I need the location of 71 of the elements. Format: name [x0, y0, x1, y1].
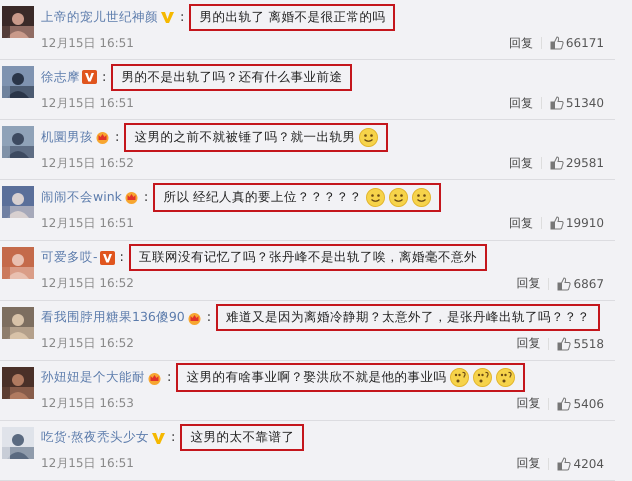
- like-count: 4204: [573, 456, 604, 471]
- timestamp: 12月15日 16:53: [41, 395, 134, 412]
- timestamp: 12月15日 16:51: [41, 455, 134, 472]
- reply-link[interactable]: 回复: [516, 275, 540, 292]
- colon: :: [170, 430, 176, 446]
- like-count: 5518: [573, 336, 604, 351]
- thumbs-up-icon: [550, 156, 564, 170]
- confused-face-icon: [496, 368, 516, 388]
- thumbs-up-icon: [557, 396, 572, 411]
- like-count: 66171: [566, 36, 604, 50]
- timestamp: 12月15日 16:52: [41, 335, 134, 352]
- reply-link[interactable]: 回复: [516, 335, 540, 352]
- timestamp: 12月15日 16:52: [41, 154, 134, 172]
- like-count: 19910: [566, 216, 604, 230]
- comment-text: 这男的之前不就被锤了吗？就一出轨男: [134, 128, 356, 146]
- crown-icon: [147, 370, 162, 385]
- comment-text: 难道又是因为离婚冷静期？太意外了，是张丹峰出轨了吗？？？: [226, 309, 590, 326]
- comment-text: 这男的有啥事业啊？娶洪欣不就是他的事业吗: [186, 369, 446, 386]
- user-name[interactable]: 看我围脖用糖果136傻90: [41, 309, 185, 326]
- thumbs-up-icon: [550, 216, 564, 230]
- smiley-icon: [366, 188, 386, 207]
- reply-link[interactable]: 回复: [516, 395, 540, 412]
- v-badge-icon: [82, 70, 97, 84]
- user-name[interactable]: 可爱多哎-: [41, 249, 98, 266]
- like-count: 51340: [566, 96, 604, 110]
- timestamp: 12月15日 16:51: [41, 34, 134, 52]
- reply-link[interactable]: 回复: [508, 154, 533, 172]
- user-name[interactable]: 吃货·熬夜秃头少女: [41, 429, 149, 446]
- v-badge-icon: [150, 430, 166, 445]
- colon: :: [120, 250, 124, 265]
- colon: :: [144, 190, 148, 205]
- user-name[interactable]: 机圜男孩: [41, 128, 93, 146]
- smiley-icon: [359, 128, 378, 147]
- timestamp: 12月15日 16:51: [41, 214, 134, 232]
- reply-link[interactable]: 回复: [508, 214, 533, 232]
- timestamp: 12月15日 16:51: [41, 94, 134, 112]
- user-name[interactable]: 闹闹不会wink: [41, 188, 122, 206]
- like-count: 29581: [566, 156, 604, 170]
- reply-link[interactable]: 回复: [508, 94, 533, 112]
- reply-link[interactable]: 回复: [516, 455, 540, 472]
- comment-text: 这男的太不靠谱了: [190, 429, 294, 446]
- colon: :: [167, 370, 172, 386]
- like-count: 6867: [573, 276, 604, 290]
- confused-face-icon: [473, 368, 492, 388]
- colon: :: [115, 130, 120, 145]
- confused-face-icon: [450, 368, 470, 388]
- user-name[interactable]: 上帝的宠儿世纪神颜: [41, 8, 158, 26]
- comment-text: 男的不是出轨了吗？还有什么事业前途: [121, 68, 342, 86]
- user-name[interactable]: 徐志摩: [41, 68, 80, 86]
- v-badge-icon: [160, 10, 175, 24]
- comment-text: 男的出轨了 离婚不是很正常的吗: [199, 8, 386, 26]
- v-badge-icon: [100, 250, 115, 264]
- comment-text: 所以 经纪人真的要上位？？？？？: [163, 188, 362, 206]
- timestamp: 12月15日 16:52: [41, 275, 134, 292]
- user-name[interactable]: 孙妞妞是个大能耐: [41, 369, 145, 386]
- colon: :: [206, 310, 212, 326]
- crown-icon: [124, 190, 139, 204]
- crown-icon: [186, 310, 202, 325]
- thumbs-up-icon: [550, 96, 564, 110]
- smiley-icon: [412, 188, 432, 207]
- colon: :: [102, 70, 106, 85]
- colon: :: [180, 10, 184, 24]
- like-count: 5406: [573, 396, 604, 411]
- thumbs-up-icon: [557, 456, 572, 471]
- crown-icon: [95, 130, 110, 144]
- thumbs-up-icon: [557, 276, 572, 290]
- reply-link[interactable]: 回复: [508, 34, 533, 52]
- smiley-icon: [389, 188, 408, 207]
- comment-text: 互联网没有记忆了吗？张丹峰不是出轨了唉，离婚毫不意外: [138, 249, 477, 266]
- thumbs-up-icon: [557, 336, 572, 351]
- thumbs-up-icon: [550, 36, 564, 50]
